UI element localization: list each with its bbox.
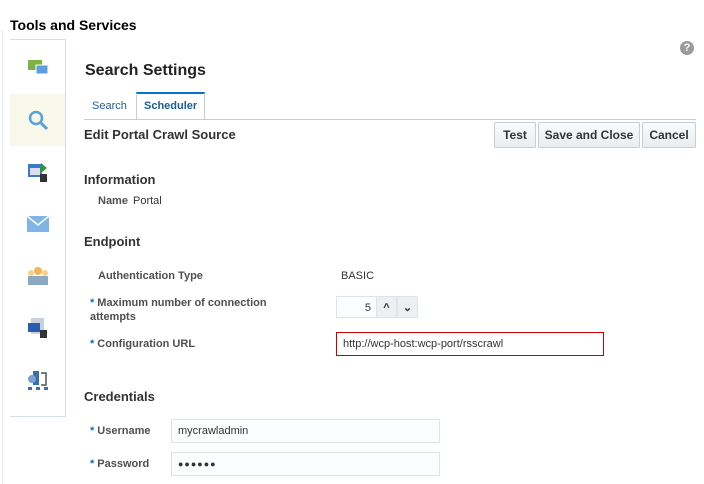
- credentials-heading: Credentials: [84, 389, 155, 404]
- chevron-up-icon: ^: [383, 302, 390, 314]
- portal-connect-icon: [27, 163, 47, 182]
- content-connect-icon: [27, 318, 47, 338]
- tab-divider: [84, 119, 696, 120]
- divider: [2, 30, 3, 484]
- sidebar-item-search[interactable]: [10, 94, 65, 146]
- search-icon: [28, 110, 48, 131]
- chevron-down-icon: ⌄: [402, 302, 413, 314]
- page-title: Search Settings: [85, 62, 206, 79]
- workflow-icon: [27, 371, 48, 390]
- sidebar-item-people[interactable]: [10, 250, 65, 302]
- sidebar-item-discussions[interactable]: [10, 42, 65, 94]
- password-input[interactable]: ●●●●●●: [171, 452, 440, 476]
- name-value: Portal: [133, 195, 162, 207]
- sidebar-item-workflow[interactable]: [10, 354, 65, 406]
- information-heading: Information: [84, 172, 156, 187]
- sidebar-item-mail[interactable]: [10, 198, 65, 250]
- max-attempts-label: * Maximum number of connection attempts: [90, 296, 300, 324]
- tab-search[interactable]: Search: [92, 94, 127, 119]
- required-marker: *: [90, 338, 95, 350]
- discussions-icon: [27, 60, 48, 75]
- sidebar: [10, 39, 66, 417]
- name-label: Name: [98, 195, 128, 207]
- app-title: Tools and Services: [10, 17, 137, 33]
- required-marker: *: [90, 458, 95, 470]
- increment-button[interactable]: ^: [376, 296, 397, 318]
- decrement-button[interactable]: ⌄: [397, 296, 418, 318]
- auth-type-label: Authentication Type: [98, 270, 203, 282]
- section-title: Edit Portal Crawl Source: [84, 127, 236, 142]
- test-button[interactable]: Test: [494, 122, 536, 148]
- username-input[interactable]: mycrawladmin: [171, 419, 440, 443]
- max-attempts-label-text: Maximum number of connection attempts: [90, 297, 267, 323]
- config-url-input[interactable]: http://wcp-host:wcp-port/rsscrawl: [336, 332, 604, 356]
- tab-scheduler[interactable]: Scheduler: [136, 92, 206, 119]
- max-attempts-input[interactable]: 5: [336, 296, 377, 318]
- password-label-text: Password: [97, 458, 150, 470]
- save-and-close-button[interactable]: Save and Close: [538, 122, 640, 148]
- auth-type-value: BASIC: [341, 270, 375, 282]
- config-url-label-text: Configuration URL: [97, 338, 196, 350]
- config-url-label: * Configuration URL: [90, 338, 195, 350]
- username-label: * Username: [90, 425, 150, 437]
- mail-icon: [26, 216, 49, 232]
- required-marker: *: [90, 425, 95, 437]
- help-icon[interactable]: ?: [680, 41, 694, 55]
- people-icon: [27, 267, 48, 285]
- cancel-button[interactable]: Cancel: [642, 122, 696, 148]
- sidebar-item-content[interactable]: [10, 302, 65, 354]
- username-label-text: Username: [97, 425, 151, 437]
- required-marker: *: [90, 297, 95, 309]
- sidebar-item-portal[interactable]: [10, 146, 65, 198]
- password-label: * Password: [90, 458, 149, 470]
- endpoint-heading: Endpoint: [84, 234, 141, 249]
